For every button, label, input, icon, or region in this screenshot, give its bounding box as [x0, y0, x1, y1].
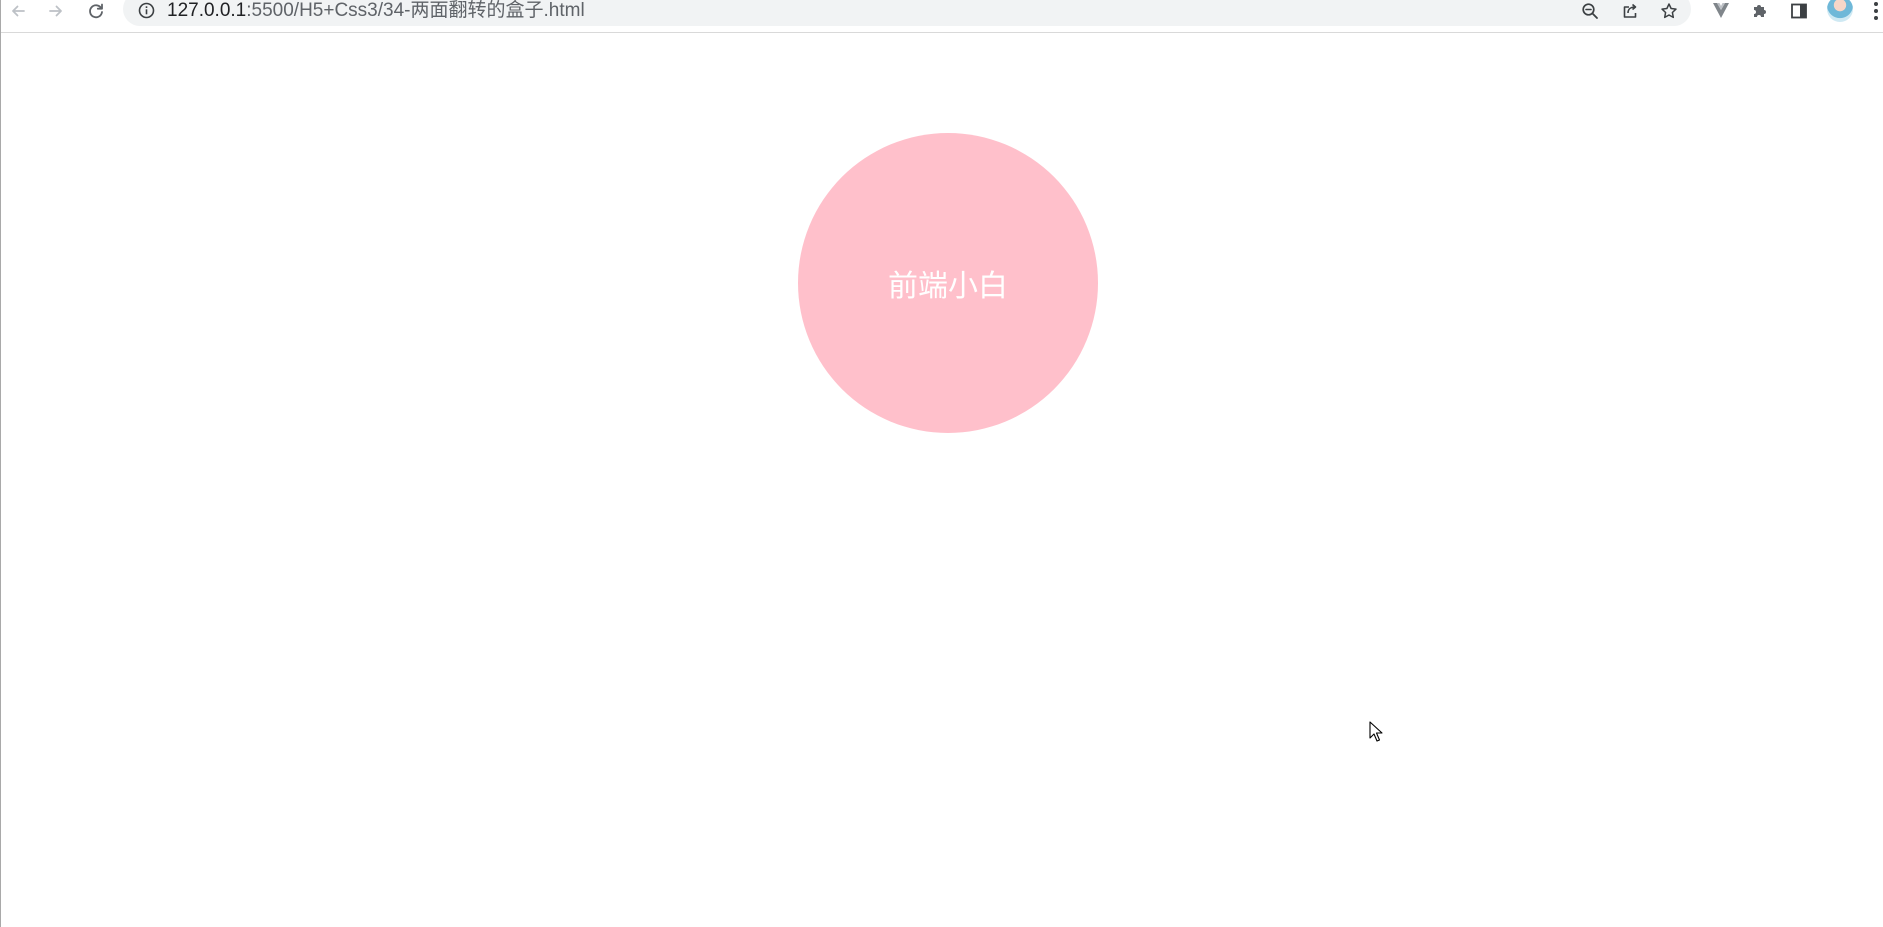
browser-window: 127.0.0.1:5500/H5+Css3/34-两面翻转的盒子.html 前… — [0, 0, 1883, 927]
forward-button[interactable] — [43, 0, 69, 22]
share-button[interactable] — [1615, 0, 1645, 22]
arrow-left-icon — [12, 5, 25, 17]
url-path: :5500/H5+Css3/34-两面翻转的盒子.html — [246, 0, 585, 21]
url-host: 127.0.0.1 — [167, 0, 247, 21]
reload-icon — [89, 3, 103, 19]
vue-extension-icon — [1713, 3, 1729, 18]
url-text[interactable]: 127.0.0.1:5500/H5+Css3/34-两面翻转的盒子.html — [167, 0, 585, 22]
mouse-cursor-icon — [1369, 721, 1383, 742]
puzzle-icon — [1754, 5, 1766, 17]
share-icon — [1623, 3, 1637, 18]
flip-box[interactable]: 前端小白 — [798, 133, 1098, 433]
bookmark-button[interactable] — [1654, 0, 1684, 22]
vue-extension-button[interactable] — [1707, 0, 1735, 22]
zoom-button[interactable] — [1575, 0, 1605, 22]
kebab-menu-icon[interactable] — [1869, 0, 1883, 22]
back-button[interactable] — [5, 0, 31, 22]
flip-box-text: 前端小白 — [888, 269, 1008, 304]
info-icon[interactable] — [137, 1, 155, 19]
star-icon — [1661, 3, 1677, 19]
page-viewport: 前端小白 — [1, 33, 1883, 927]
side-panel-icon — [1791, 3, 1807, 19]
arrow-right-icon — [49, 5, 62, 17]
address-bar[interactable]: 127.0.0.1:5500/H5+Css3/34-两面翻转的盒子.html — [123, 0, 1691, 26]
side-panel-button[interactable] — [1785, 0, 1813, 22]
avatar[interactable] — [1827, 0, 1853, 22]
browser-toolbar: 127.0.0.1:5500/H5+Css3/34-两面翻转的盒子.html — [1, 0, 1883, 33]
extensions-button[interactable] — [1746, 0, 1774, 22]
reload-button[interactable] — [83, 0, 109, 22]
zoom-out-icon — [1582, 3, 1598, 19]
